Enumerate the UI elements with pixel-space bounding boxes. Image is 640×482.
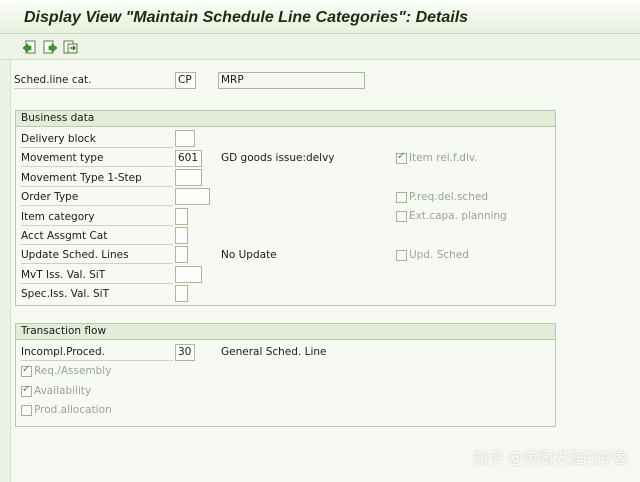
incompl-proced-text: General Sched. Line	[221, 346, 327, 358]
item-rel-f-dlv-checkbox[interactable]	[396, 151, 407, 164]
item-category-label: Item category	[21, 209, 173, 226]
p-req-del-sched-checkbox[interactable]	[396, 192, 407, 203]
req-assembly-checkbox[interactable]	[21, 364, 32, 377]
prod-allocation-checkbox[interactable]	[21, 405, 32, 416]
transaction-flow-title: Transaction flow	[16, 324, 555, 340]
title-bar: Display View "Maintain Schedule Line Cat…	[0, 0, 640, 34]
sched-line-cat-description[interactable]: MRP	[218, 72, 365, 89]
delivery-block-field[interactable]	[175, 130, 195, 147]
p-req-del-sched-label: P.req.del.sched	[409, 191, 488, 203]
movement-type-1step-label: Movement Type 1-Step	[21, 170, 173, 187]
req-assembly-label: Req./Assembly	[34, 365, 112, 377]
sched-line-cat-label: Sched.line cat.	[14, 72, 174, 89]
incompl-proced-field[interactable]: 30	[175, 344, 195, 361]
order-type-field[interactable]	[175, 188, 210, 205]
other-entry-icon[interactable]	[63, 40, 78, 55]
item-rel-f-dlv-label: Item rel.f.dlv.	[409, 152, 478, 164]
movement-type-text: GD goods issue:delvy	[221, 152, 335, 164]
business-data-title: Business data	[16, 111, 555, 127]
update-sched-lines-field[interactable]	[175, 246, 188, 263]
ext-capa-planning-label: Ext.capa. planning	[409, 210, 507, 222]
upd-sched-label: Upd. Sched	[409, 249, 469, 261]
mvt-iss-val-sit-label: MvT Iss. Val. SiT	[21, 267, 173, 284]
acct-assgmt-cat-label: Acct Assgmt Cat	[21, 228, 173, 245]
update-sched-lines-label: Update Sched. Lines	[21, 247, 173, 264]
availability-label: Availability	[34, 385, 92, 397]
update-sched-lines-text: No Update	[221, 249, 277, 261]
previous-entry-icon[interactable]	[22, 40, 37, 55]
next-entry-icon[interactable]	[43, 40, 58, 55]
sched-line-cat-field[interactable]: CP	[175, 72, 196, 89]
order-type-label: Order Type	[21, 189, 173, 206]
movement-type-field[interactable]: 601	[175, 150, 202, 167]
ext-capa-planning-checkbox[interactable]	[396, 211, 407, 222]
watermark: 知乎 @黄阁天涯的虾客	[473, 449, 628, 467]
upd-sched-checkbox[interactable]	[396, 250, 407, 261]
acct-assgmt-cat-field[interactable]	[175, 227, 188, 244]
incompl-proced-label: Incompl.Proced.	[21, 344, 173, 361]
mvt-iss-val-sit-field[interactable]	[175, 266, 202, 283]
spec-iss-val-sit-field[interactable]	[175, 285, 188, 302]
item-category-field[interactable]	[175, 208, 188, 225]
page-title: Display View "Maintain Schedule Line Cat…	[24, 9, 469, 26]
delivery-block-label: Delivery block	[21, 131, 173, 148]
movement-type-1step-field[interactable]	[175, 169, 202, 186]
application-toolbar	[0, 35, 640, 60]
spec-iss-val-sit-label: Spec.Iss. Val. SiT	[21, 288, 110, 300]
movement-type-label: Movement type	[21, 150, 173, 167]
availability-checkbox[interactable]	[21, 384, 32, 397]
prod-allocation-label: Prod.allocation	[34, 404, 112, 416]
